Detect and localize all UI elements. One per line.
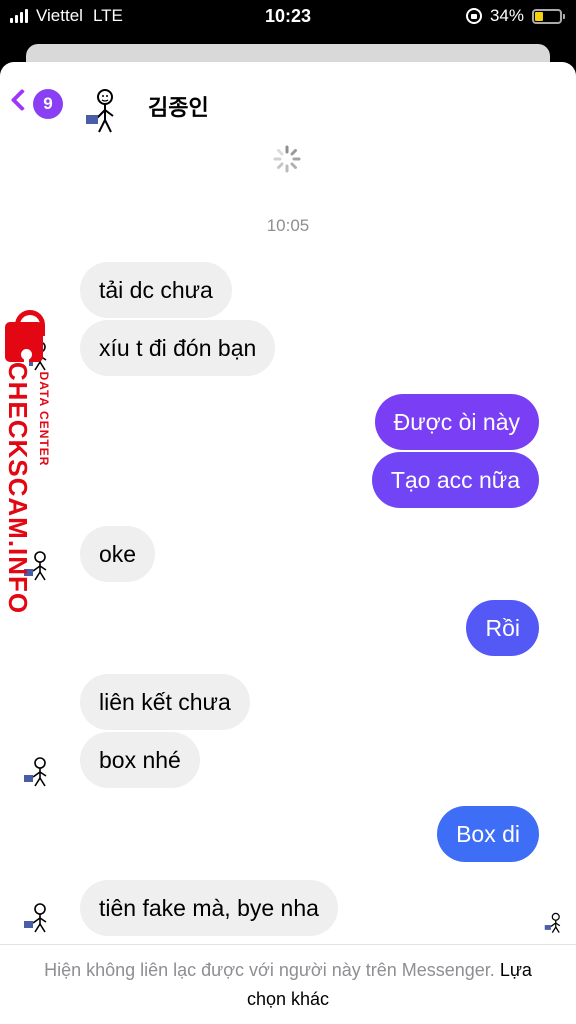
- unavailable-notice: Hiện không liên lạc được với người này t…: [40, 956, 536, 1014]
- outgoing-message[interactable]: Box di: [437, 806, 539, 862]
- status-bar: Viettel LTE 10:23 34%: [0, 0, 576, 34]
- rotation-lock-icon: [465, 8, 482, 24]
- outgoing-message[interactable]: Được òi này: [374, 394, 539, 450]
- footer-divider: [0, 944, 576, 945]
- watermark-title: CHECKSCAM.INFO: [3, 361, 33, 615]
- outgoing-message[interactable]: Tạo acc nữa: [371, 452, 539, 508]
- incoming-message[interactable]: box nhé: [80, 732, 200, 788]
- checkscam-watermark: DATA CENTER CHECKSCAM.INFO: [2, 308, 58, 614]
- incoming-message[interactable]: tiên fake mà, bye nha: [80, 880, 338, 936]
- loading-spinner-icon: [273, 145, 301, 173]
- incoming-message[interactable]: oke: [80, 526, 156, 582]
- contact-avatar[interactable]: [80, 88, 122, 134]
- outgoing-message[interactable]: Rồi: [466, 600, 539, 656]
- battery-percent: 34%: [489, 6, 524, 25]
- sender-avatar[interactable]: [20, 756, 52, 788]
- watermark-subtitle: DATA CENTER: [37, 371, 51, 467]
- status-right: 34%: [465, 6, 565, 26]
- back-unread-badge[interactable]: 9: [33, 89, 63, 119]
- incoming-message[interactable]: xíu t đi đón bạn: [80, 320, 276, 376]
- message-timestamp: 10:05: [266, 216, 310, 235]
- contact-name[interactable]: 김종인: [148, 90, 209, 122]
- read-receipt-avatar: [544, 912, 561, 933]
- notice-text: Hiện không liên lạc được với người này t…: [44, 960, 495, 980]
- incoming-message[interactable]: liên kết chưa: [80, 674, 250, 730]
- incoming-message[interactable]: tải dc chưa: [80, 262, 232, 318]
- sender-avatar[interactable]: [20, 902, 52, 934]
- battery-icon: [532, 8, 565, 24]
